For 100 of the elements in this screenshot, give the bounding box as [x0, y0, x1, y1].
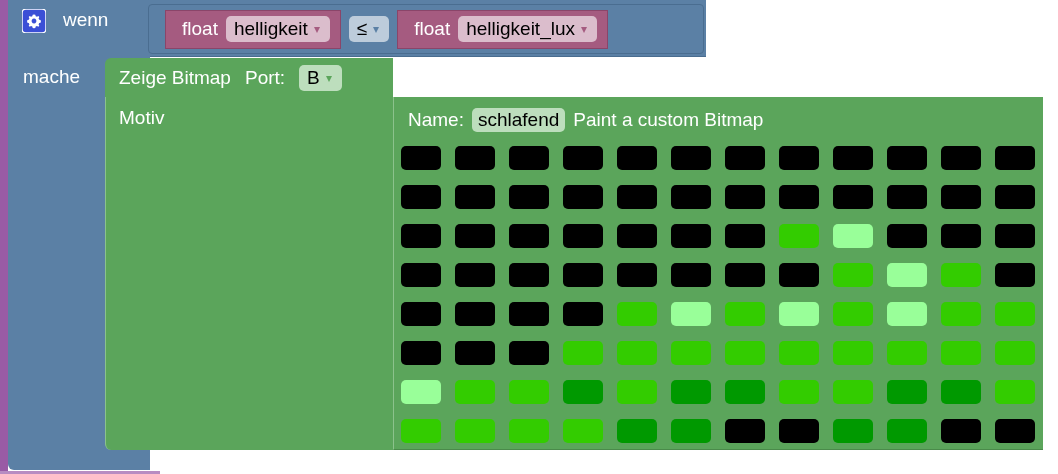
- pixel-cell[interactable]: [509, 341, 549, 365]
- pixel-cell[interactable]: [617, 263, 657, 287]
- pixel-cell[interactable]: [509, 146, 549, 170]
- pixel-cell[interactable]: [833, 263, 873, 287]
- pixel-cell[interactable]: [833, 185, 873, 209]
- pixel-cell[interactable]: [671, 341, 711, 365]
- pixel-cell[interactable]: [941, 341, 981, 365]
- pixel-cell[interactable]: [401, 380, 441, 404]
- pixel-cell[interactable]: [563, 263, 603, 287]
- pixel-cell[interactable]: [725, 185, 765, 209]
- pixel-cell[interactable]: [941, 224, 981, 248]
- pixel-cell[interactable]: [509, 419, 549, 443]
- pixel-cell[interactable]: [509, 380, 549, 404]
- pixel-cell[interactable]: [455, 419, 495, 443]
- variable-block[interactable]: float helligkeit_lux ▾: [397, 9, 608, 49]
- pixel-cell[interactable]: [401, 302, 441, 326]
- pixel-cell[interactable]: [563, 419, 603, 443]
- variable-dropdown[interactable]: helligkeit ▾: [225, 16, 330, 42]
- pixel-cell[interactable]: [563, 341, 603, 365]
- pixel-cell[interactable]: [401, 146, 441, 170]
- pixel-cell[interactable]: [941, 263, 981, 287]
- pixel-cell[interactable]: [455, 380, 495, 404]
- variable-block[interactable]: float helligkeit ▾: [165, 9, 341, 49]
- pixel-cell[interactable]: [725, 263, 765, 287]
- pixel-cell[interactable]: [779, 224, 819, 248]
- pixel-cell[interactable]: [779, 302, 819, 326]
- pixel-cell[interactable]: [995, 263, 1035, 287]
- pixel-cell[interactable]: [401, 185, 441, 209]
- pixel-cell[interactable]: [509, 302, 549, 326]
- pixel-cell[interactable]: [455, 224, 495, 248]
- pixel-cell[interactable]: [833, 419, 873, 443]
- pixel-cell[interactable]: [563, 224, 603, 248]
- pixel-cell[interactable]: [779, 341, 819, 365]
- pixel-cell[interactable]: [671, 224, 711, 248]
- pixel-cell[interactable]: [455, 341, 495, 365]
- pixel-cell[interactable]: [401, 419, 441, 443]
- pixel-cell[interactable]: [455, 185, 495, 209]
- pixel-cell[interactable]: [887, 146, 927, 170]
- pixel-cell[interactable]: [455, 263, 495, 287]
- pixel-cell[interactable]: [995, 146, 1035, 170]
- settings-icon[interactable]: [22, 9, 46, 33]
- pixel-cell[interactable]: [671, 380, 711, 404]
- pixel-cell[interactable]: [617, 302, 657, 326]
- pixel-cell[interactable]: [887, 224, 927, 248]
- pixel-cell[interactable]: [509, 224, 549, 248]
- pixel-cell[interactable]: [563, 302, 603, 326]
- pixel-cell[interactable]: [995, 185, 1035, 209]
- pixel-cell[interactable]: [401, 224, 441, 248]
- pixel-cell[interactable]: [887, 419, 927, 443]
- pixel-cell[interactable]: [941, 185, 981, 209]
- name-field[interactable]: schlafend: [471, 107, 566, 132]
- pixel-cell[interactable]: [941, 419, 981, 443]
- pixel-cell[interactable]: [509, 185, 549, 209]
- pixel-cell[interactable]: [563, 146, 603, 170]
- pixel-cell[interactable]: [401, 341, 441, 365]
- port-dropdown[interactable]: B ▾: [299, 65, 342, 91]
- pixel-cell[interactable]: [617, 419, 657, 443]
- pixel-cell[interactable]: [941, 146, 981, 170]
- pixel-cell[interactable]: [941, 302, 981, 326]
- comparison-block[interactable]: float helligkeit ▾ ≤ ▾ float helligkeit_lux ▾: [148, 4, 704, 54]
- pixel-cell[interactable]: [563, 185, 603, 209]
- pixel-cell[interactable]: [779, 146, 819, 170]
- variable-dropdown[interactable]: helligkeit_lux ▾: [458, 16, 597, 42]
- pixel-cell[interactable]: [617, 341, 657, 365]
- show-bitmap-block[interactable]: Zeige Bitmap Port: B ▾: [105, 58, 393, 98]
- pixel-cell[interactable]: [887, 341, 927, 365]
- pixel-cell[interactable]: [779, 185, 819, 209]
- pixel-cell[interactable]: [671, 302, 711, 326]
- pixel-cell[interactable]: [725, 302, 765, 326]
- pixel-cell[interactable]: [671, 263, 711, 287]
- pixel-cell[interactable]: [725, 380, 765, 404]
- pixel-cell[interactable]: [995, 224, 1035, 248]
- pixel-cell[interactable]: [401, 263, 441, 287]
- pixel-cell[interactable]: [941, 380, 981, 404]
- pixel-cell[interactable]: [509, 263, 549, 287]
- pixel-cell[interactable]: [617, 146, 657, 170]
- pixel-cell[interactable]: [887, 263, 927, 287]
- pixel-cell[interactable]: [671, 419, 711, 443]
- operator-dropdown[interactable]: ≤ ▾: [348, 16, 390, 42]
- pixel-cell[interactable]: [887, 302, 927, 326]
- pixel-cell[interactable]: [833, 302, 873, 326]
- pixel-cell[interactable]: [995, 419, 1035, 443]
- pixel-cell[interactable]: [671, 146, 711, 170]
- pixel-cell[interactable]: [725, 224, 765, 248]
- pixel-cell[interactable]: [563, 380, 603, 404]
- pixel-cell[interactable]: [617, 380, 657, 404]
- pixel-cell[interactable]: [455, 146, 495, 170]
- pixel-cell[interactable]: [995, 341, 1035, 365]
- pixel-cell[interactable]: [779, 380, 819, 404]
- pixel-cell[interactable]: [455, 302, 495, 326]
- pixel-cell[interactable]: [995, 302, 1035, 326]
- pixel-cell[interactable]: [833, 224, 873, 248]
- pixel-cell[interactable]: [995, 380, 1035, 404]
- pixel-cell[interactable]: [887, 380, 927, 404]
- pixel-cell[interactable]: [725, 146, 765, 170]
- pixel-cell[interactable]: [887, 185, 927, 209]
- pixel-cell[interactable]: [779, 419, 819, 443]
- pixel-cell[interactable]: [671, 185, 711, 209]
- pixel-cell[interactable]: [617, 185, 657, 209]
- pixel-cell[interactable]: [833, 341, 873, 365]
